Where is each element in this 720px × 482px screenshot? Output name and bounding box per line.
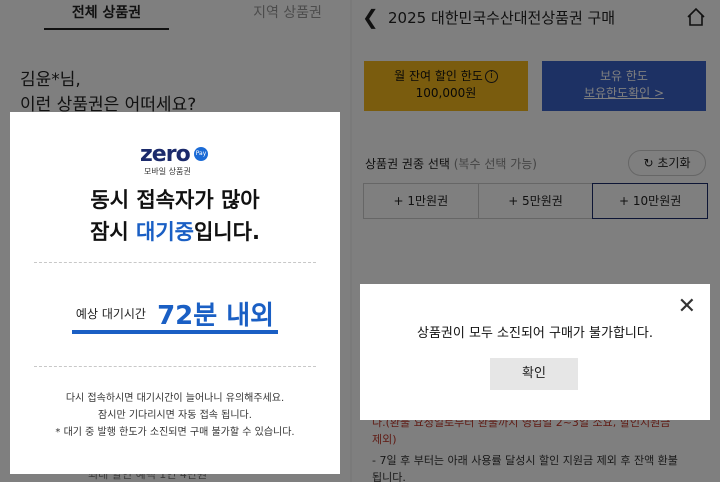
- logo-subtitle: 모바일 상품권: [144, 167, 191, 176]
- soldout-alert: ✕ 상품권이 모두 소진되어 구매가 불가합니다. 확인: [360, 284, 710, 420]
- expected-wait: 예상 대기시간 72분 내외: [10, 295, 340, 332]
- wait-underline: [72, 330, 278, 334]
- waiting-modal: zero Pay 모바일 상품권 동시 접속자가 많아 잠시 대기중입니다. 예…: [10, 112, 340, 474]
- wait-label: 예상 대기시간: [75, 307, 146, 321]
- left-screen: 전체 상품권 지역 상품권 김윤*님, 이런 상품권은 어떠세요? 최대 할인 …: [0, 0, 350, 482]
- note-line: * 대기 중 발행 한도가 소진되면 구매 불가할 수 있습니다.: [55, 427, 295, 438]
- title-prefix: 잠시: [90, 220, 137, 244]
- close-icon[interactable]: ✕: [678, 294, 696, 319]
- confirm-button[interactable]: 확인: [490, 358, 578, 390]
- pay-badge-icon: Pay: [194, 147, 208, 161]
- logo-text: zero: [140, 142, 191, 167]
- zeropay-logo: zero Pay 모바일 상품권: [140, 142, 210, 176]
- wait-time: 72분 내외: [157, 301, 275, 331]
- title-highlight: 대기중: [136, 220, 194, 244]
- alert-message: 상품권이 모두 소진되어 구매가 불가합니다.: [417, 326, 653, 341]
- divider-top: [34, 262, 316, 263]
- waiting-title: 동시 접속자가 많아 잠시 대기중입니다.: [10, 184, 340, 248]
- note-line: 잠시만 기다리시면 자동 접속 됩니다.: [98, 410, 252, 421]
- note-line: 다시 접속하시면 대기시간이 늘어나니 유의해주세요.: [65, 393, 285, 404]
- title-suffix: 입니다.: [193, 220, 260, 244]
- divider-bottom: [34, 366, 316, 367]
- waiting-title-line2: 잠시 대기중입니다.: [10, 216, 340, 248]
- right-screen: ❮ 2025 대한민국수산대전상품권 구매 월 잔여 할인 한도i 100,00…: [352, 0, 720, 482]
- waiting-title-line1: 동시 접속자가 많아: [90, 188, 260, 212]
- waiting-notes: 다시 접속하시면 대기시간이 늘어나니 유의해주세요. 잠시만 기다리시면 자동…: [10, 390, 340, 441]
